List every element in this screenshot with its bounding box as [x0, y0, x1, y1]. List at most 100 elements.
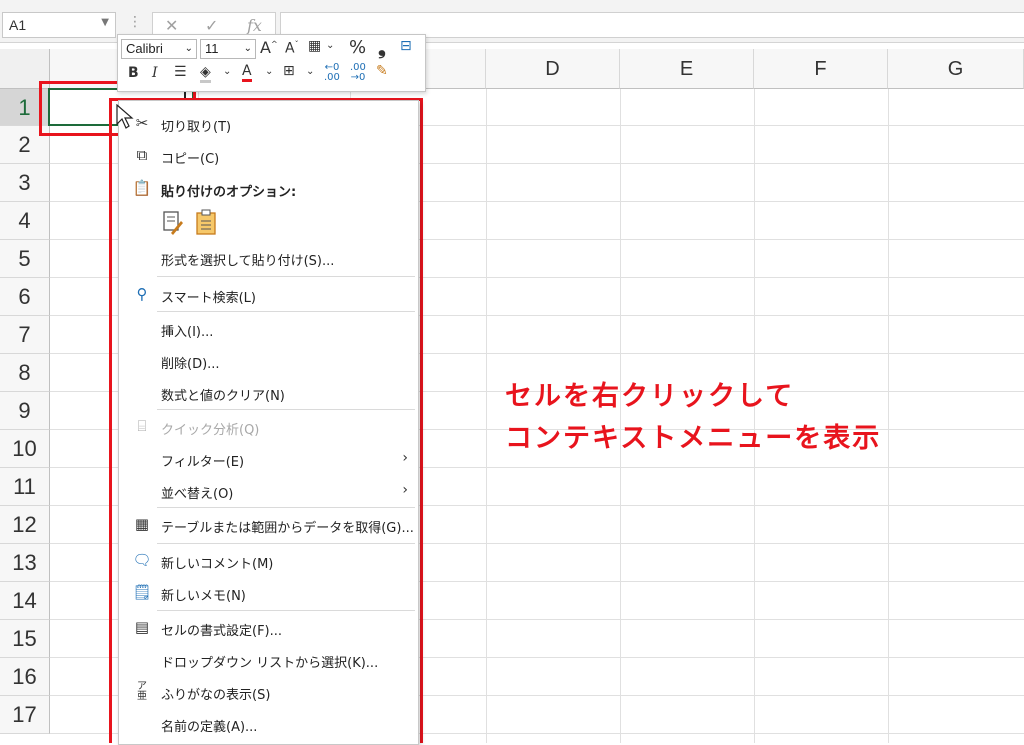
menu-item-label: 挿入(I)... [161, 325, 214, 340]
chevron-down-icon[interactable]: ⌄ [223, 66, 231, 77]
menu-item-label: ふりがなの表示(S) [161, 688, 271, 703]
font-size-select[interactable]: 11 ⌄ [200, 39, 256, 59]
menu-item-paste-special[interactable]: 形式を選択して貼り付け(S)... [119, 244, 418, 274]
grid-column-line [486, 89, 487, 743]
menu-separator [157, 610, 415, 611]
quick-analysis-icon: ⌸ [137, 417, 147, 435]
menu-item-copy[interactable]: ⧉ コピー(C) [119, 142, 418, 172]
menu-item-new-note[interactable]: 🗒 新しいメモ(N) [119, 579, 418, 609]
menu-item-label: フィルター(E) [161, 455, 245, 470]
menu-item-label: 切り取り(T) [161, 120, 232, 135]
menu-separator [157, 276, 415, 277]
row-header[interactable]: 4 [0, 202, 50, 240]
paste-icon[interactable] [195, 209, 217, 235]
row-header[interactable]: 10 [0, 430, 50, 468]
row-header[interactable]: 7 [0, 316, 50, 354]
menu-item-format-cells[interactable]: ▤ セルの書式設定(F)... [119, 614, 418, 644]
copy-icon: ⧉ [136, 146, 148, 164]
enter-icon[interactable]: ✓ [205, 16, 218, 35]
menu-item-define-name[interactable]: 名前の定義(A)... [119, 710, 418, 740]
menu-item-label: 名前の定義(A)... [161, 720, 258, 735]
wrap-text-icon[interactable]: ⊟ [400, 38, 412, 54]
mini-toolbar: Calibri ⌄ 11 ⌄ A^ Aˇ ▦ ⌄ % ❟ ⊟ B I ☰ ◈ ⌄… [117, 34, 426, 92]
row-header[interactable]: 12 [0, 506, 50, 544]
new-note-icon: 🗒 [132, 583, 152, 601]
row-header[interactable]: 3 [0, 164, 50, 202]
increase-font-icon[interactable]: A^ [260, 38, 278, 57]
fill-color-icon[interactable]: ◈ [200, 64, 211, 83]
context-menu: ✂ 切り取り(T) ⧉ コピー(C) 📋 貼り付けのオプション: 形式を選択して… [118, 100, 419, 745]
chevron-right-icon: › [402, 450, 408, 466]
column-header-d[interactable]: D [486, 49, 620, 89]
cancel-icon[interactable]: ✕ [165, 16, 178, 35]
menu-item-label: コピー(C) [161, 152, 220, 167]
chevron-down-icon[interactable]: ⌄ [306, 66, 314, 77]
insert-function-button[interactable]: fx [247, 16, 262, 35]
menu-item-quick-analysis: ⌸ クイック分析(Q) [119, 413, 418, 443]
annotation-line-1: セルを右クリックして [505, 381, 795, 412]
menu-separator [157, 543, 415, 544]
menu-item-label: テーブルまたは範囲からデータを取得(G)... [161, 521, 414, 536]
font-color-icon[interactable]: A [242, 63, 252, 82]
menu-separator [157, 409, 415, 410]
font-name-select[interactable]: Calibri ⌄ [121, 39, 197, 59]
menu-item-clear-contents[interactable]: 数式と値のクリア(N) [119, 379, 418, 409]
menu-item-smart-lookup[interactable]: ⚲ スマート検索(L) [119, 281, 418, 311]
row-header[interactable]: 5 [0, 240, 50, 278]
row-header[interactable]: 11 [0, 468, 50, 506]
menu-item-label: 貼り付けのオプション: [161, 185, 297, 200]
mouse-pointer-icon [116, 104, 134, 129]
font-size-value: 11 [205, 41, 219, 56]
chevron-down-icon: ⌄ [243, 43, 252, 54]
menu-item-dropdown-list[interactable]: ドロップダウン リストから選択(K)... [119, 646, 418, 676]
chevron-down-icon: ⌄ [184, 43, 193, 54]
menu-separator [157, 507, 415, 508]
decrease-decimal-icon[interactable]: .00 →0 [350, 63, 366, 83]
chevron-down-icon[interactable]: ⌄ [326, 40, 334, 51]
menu-item-label: 削除(D)... [161, 357, 220, 372]
comma-style-icon[interactable]: ❟ [378, 35, 386, 59]
row-header[interactable]: 14 [0, 582, 50, 620]
search-icon: ⚲ [136, 285, 148, 303]
row-header[interactable]: 9 [0, 392, 50, 430]
menu-item-insert[interactable]: 挿入(I)... [119, 315, 418, 345]
chevron-down-icon[interactable]: ▼ [101, 17, 109, 28]
bold-icon[interactable]: B [128, 65, 139, 81]
row-header[interactable]: 8 [0, 354, 50, 392]
menu-item-label: 形式を選択して貼り付け(S)... [161, 254, 335, 269]
chevron-down-icon[interactable]: ⌄ [265, 66, 273, 77]
borders-icon[interactable]: ⊞ [283, 63, 295, 79]
menu-item-label: スマート検索(L) [161, 291, 256, 306]
menu-item-paste-options: 📋 貼り付けのオプション: [119, 175, 418, 205]
format-painter-icon[interactable]: ✎ [376, 63, 388, 79]
row-header[interactable]: 16 [0, 658, 50, 696]
name-box[interactable]: A1 ▼ [2, 12, 116, 38]
column-header-g[interactable]: G [888, 49, 1024, 89]
row-header[interactable]: 13 [0, 544, 50, 582]
paste-formatting-icon[interactable] [161, 209, 183, 235]
menu-item-cut[interactable]: ✂ 切り取り(T) [119, 110, 418, 140]
column-header-f[interactable]: F [754, 49, 888, 89]
menu-item-label: 新しいコメント(M) [161, 557, 274, 572]
row-header[interactable]: 17 [0, 696, 50, 734]
row-header[interactable]: 15 [0, 620, 50, 658]
menu-item-filter[interactable]: フィルター(E) › [119, 445, 418, 475]
font-name-value: Calibri [126, 41, 163, 56]
number-format-icon[interactable]: ▦ [308, 38, 321, 54]
menu-item-furigana[interactable]: ア亜 ふりがなの表示(S) [119, 678, 418, 708]
annotation-line-2: コンテキストメニューを表示 [505, 423, 882, 454]
row-header[interactable]: 6 [0, 278, 50, 316]
increase-decimal-icon[interactable]: ←0.00 [324, 63, 340, 83]
percent-icon[interactable]: % [349, 37, 366, 58]
column-header-e[interactable]: E [620, 49, 754, 89]
menu-item-new-comment[interactable]: 🗨 新しいコメント(M) [119, 547, 418, 577]
menu-item-delete[interactable]: 削除(D)... [119, 347, 418, 377]
italic-icon[interactable]: I [152, 65, 158, 81]
furigana-icon: ア亜 [137, 681, 147, 702]
format-cells-icon: ▤ [134, 618, 150, 636]
align-center-icon[interactable]: ☰ [174, 64, 187, 80]
decrease-font-icon[interactable]: Aˇ [285, 40, 299, 57]
menu-item-get-data[interactable]: ▦ テーブルまたは範囲からデータを取得(G)... [119, 511, 418, 541]
menu-item-sort[interactable]: 並べ替え(O) › [119, 477, 418, 507]
table-icon: ▦ [134, 515, 150, 533]
